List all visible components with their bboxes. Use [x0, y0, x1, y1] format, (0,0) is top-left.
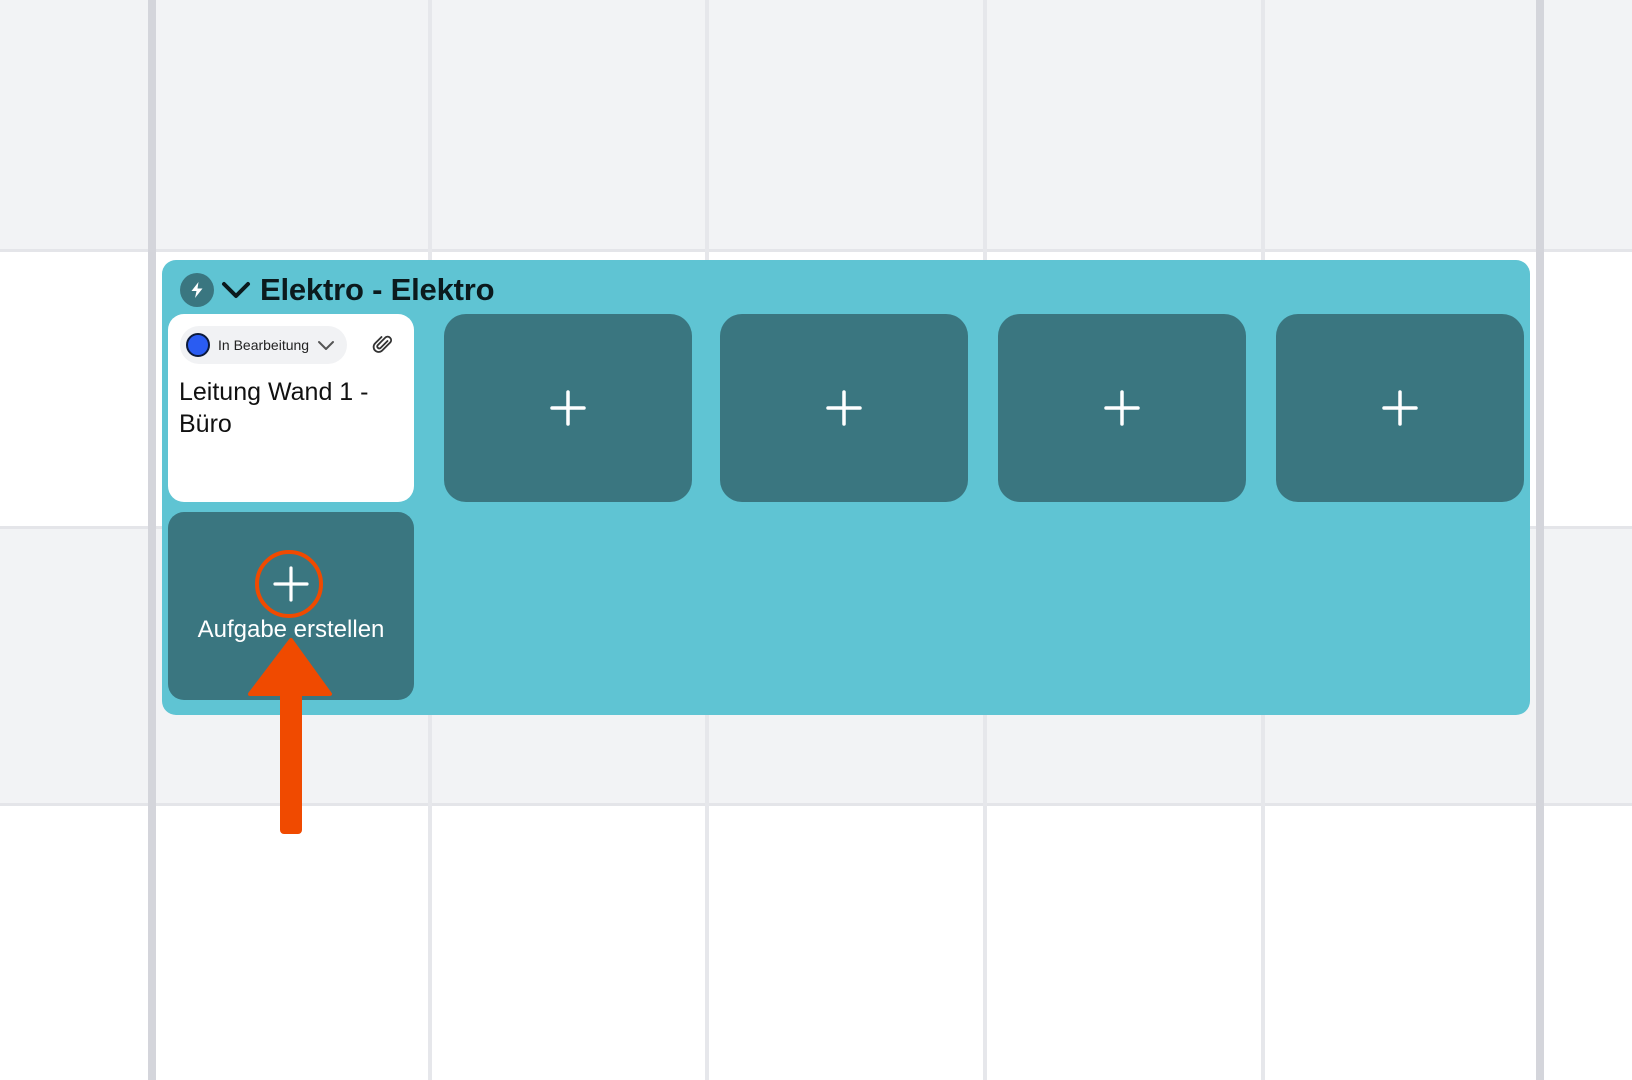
arrow-up-icon: [248, 638, 332, 834]
group-title: Elektro - Elektro: [260, 272, 495, 307]
plus-icon: [1104, 390, 1140, 426]
empty-slot-add-button[interactable]: [444, 314, 692, 502]
task-card[interactable]: In Bearbeitung Leitung Wand 1 - Büro: [168, 314, 414, 502]
status-label: In Bearbeitung: [218, 337, 310, 353]
grid-line: [148, 0, 156, 1080]
grid-line: [0, 249, 1632, 252]
status-dropdown[interactable]: In Bearbeitung: [180, 326, 348, 364]
grid-line: [0, 803, 1632, 806]
plus-icon: [826, 390, 862, 426]
status-color-dot: [186, 333, 210, 357]
highlight-circle: [255, 550, 323, 618]
plus-icon: [1382, 390, 1418, 426]
board-row-4: [0, 804, 1632, 1080]
empty-slot-add-button[interactable]: [720, 314, 968, 502]
task-title: Leitung Wand 1 - Büro: [179, 378, 369, 438]
empty-slot-add-button[interactable]: [998, 314, 1246, 502]
paperclip-icon[interactable]: [372, 334, 394, 356]
lightning-icon[interactable]: [180, 273, 214, 307]
trade-group: Elektro - Elektro In Bearbeitung Leitung…: [162, 260, 1530, 715]
empty-slot-add-button[interactable]: [1276, 314, 1524, 502]
chevron-down-icon[interactable]: [218, 272, 254, 308]
plus-icon: [550, 390, 586, 426]
chevron-down-icon: [317, 339, 335, 351]
group-header: Elektro - Elektro: [180, 272, 495, 308]
grid-line: [1536, 0, 1544, 1080]
board-row-1: [0, 0, 1632, 250]
